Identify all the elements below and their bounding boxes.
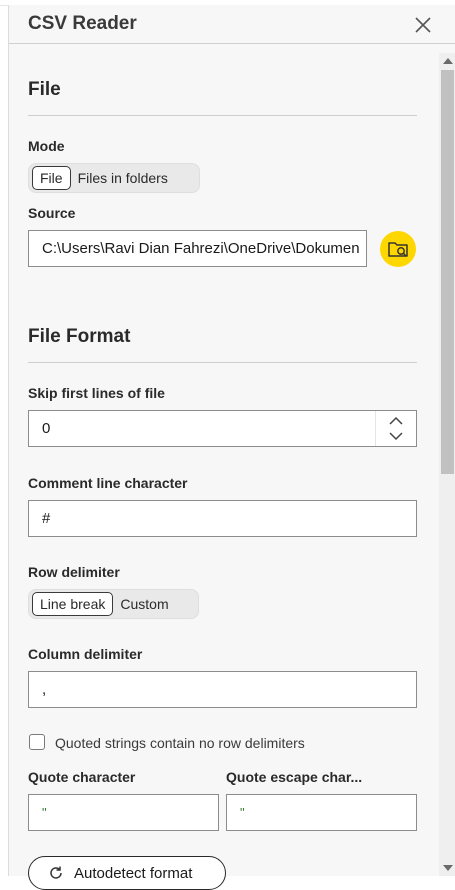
skip-lines-input[interactable]: 0 [28,410,417,447]
source-label: Source [28,205,76,221]
folder-search-icon [388,242,408,257]
comment-char-input[interactable]: # [28,500,417,537]
row-delim-option-line-break[interactable]: Line break [32,592,114,616]
chevron-down-icon [389,432,403,441]
csv-reader-panel: CSV Reader File Mode File Files in folde… [8,5,455,890]
chevron-up-icon [389,416,403,425]
autodetect-format-label: Autodetect format [74,864,193,882]
scroll-up-icon[interactable] [443,58,453,64]
autodetect-format-button[interactable]: Autodetect format [28,856,226,890]
column-delimiter-input[interactable]: , [28,671,417,708]
mode-option-files-in-folders[interactable]: Files in folders [71,167,175,189]
skip-lines-stepper[interactable] [375,411,416,446]
file-section-divider [28,115,417,116]
panel-header: CSV Reader [9,5,455,44]
mode-label: Mode [28,138,65,154]
scrollbar-thumb[interactable] [441,70,454,474]
quote-char-label: Quote character [28,769,136,785]
mode-toggle: File Files in folders [28,163,200,193]
refresh-icon [50,866,62,879]
file-section-title: File [28,79,61,100]
row-delimiter-label: Row delimiter [28,564,120,580]
vertical-scrollbar[interactable] [439,53,455,876]
close-icon[interactable] [413,15,433,35]
row-delim-option-custom[interactable]: Custom [113,593,175,615]
quote-escape-input[interactable]: " [226,794,417,831]
file-format-section-divider [28,362,417,363]
panel-title: CSV Reader [28,13,137,34]
file-format-section-title: File Format [28,326,131,347]
mode-option-file[interactable]: File [32,166,71,190]
source-path-input[interactable]: C:\Users\Ravi Dian Fahrezi\OneDrive\Doku… [28,230,367,267]
skip-lines-label: Skip first lines of file [28,385,165,401]
column-delimiter-label: Column delimiter [28,646,143,662]
comment-char-label: Comment line character [28,475,188,491]
browse-button[interactable] [380,231,416,267]
row-delimiter-toggle: Line break Custom [28,589,199,619]
skip-lines-value: 0 [42,420,51,437]
scroll-down-icon[interactable] [443,865,453,871]
quote-escape-label: Quote escape char... [226,769,363,785]
quote-char-input[interactable]: " [28,794,219,831]
quoted-strings-checkbox[interactable] [29,734,45,750]
quoted-strings-label: Quoted strings contain no row delimiters [55,735,305,751]
